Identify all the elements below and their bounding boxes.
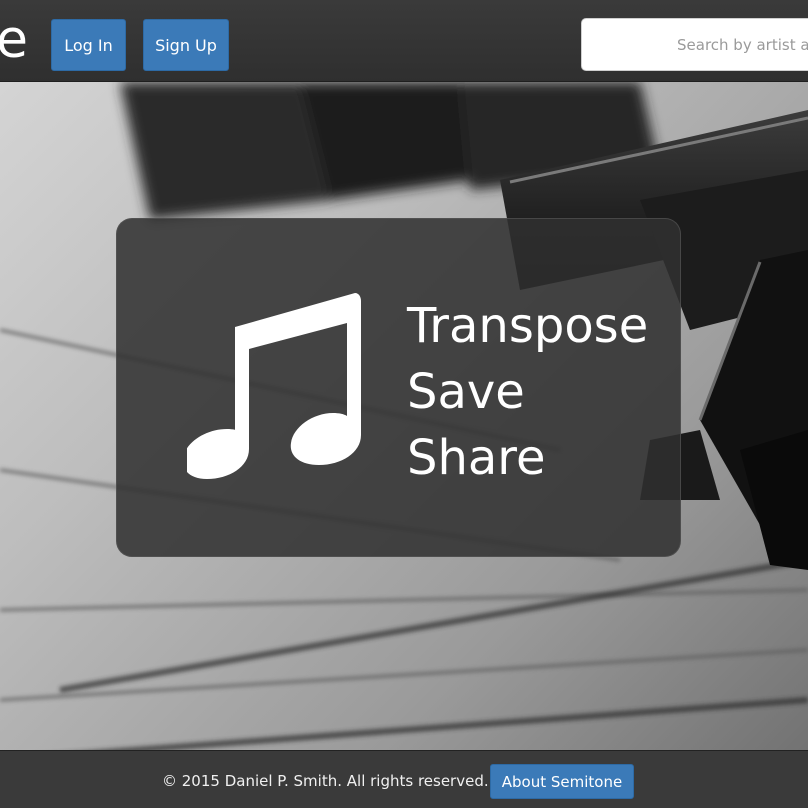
signup-button[interactable]: Sign Up [143, 19, 229, 71]
hero-card: Transpose Save Share [116, 218, 681, 557]
top-navbar: e Log In Sign Up [0, 0, 808, 82]
tagline-save: Save [407, 364, 525, 420]
music-note-icon [187, 293, 361, 479]
tagline-share: Share [407, 430, 546, 486]
login-button[interactable]: Log In [51, 19, 126, 71]
search-input[interactable] [581, 18, 808, 71]
about-button[interactable]: About Semitone [490, 764, 634, 799]
brand-logo[interactable]: e [0, 10, 28, 70]
hero-tagline: Transpose Save Share [407, 293, 657, 491]
footer: © 2015 Daniel P. Smith. All rights reser… [0, 750, 808, 808]
copyright-text: © 2015 Daniel P. Smith. All rights reser… [162, 772, 489, 790]
tagline-transpose: Transpose [407, 298, 649, 354]
